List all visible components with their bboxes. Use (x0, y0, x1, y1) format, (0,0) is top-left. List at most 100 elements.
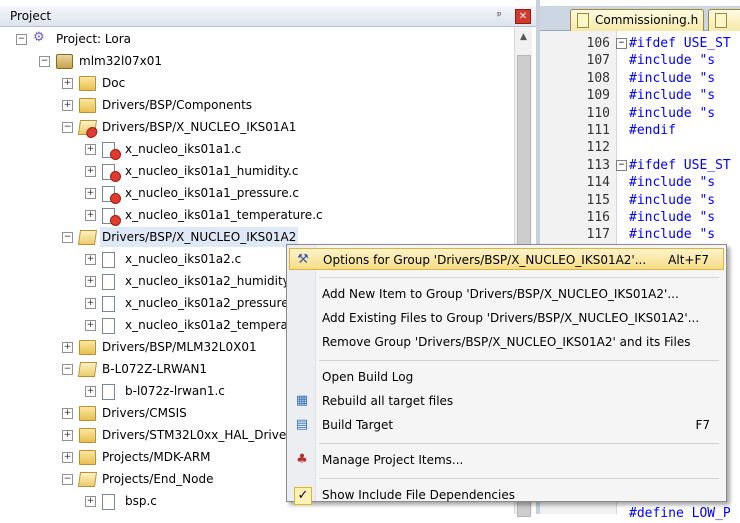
code-text: #include "s (629, 175, 716, 191)
expand-icon[interactable]: + (62, 100, 73, 111)
expand-icon[interactable]: + (85, 188, 96, 199)
tree-item-label: Drivers/BSP/MLM32L0X01 (102, 340, 257, 354)
header-file-icon (577, 13, 589, 28)
line-number: 109 (586, 88, 610, 104)
menu-item-rebuild-all-target-files[interactable]: ▦ Rebuild all target files (289, 390, 724, 412)
collapse-icon[interactable]: − (62, 232, 73, 243)
tree-item-label: x_nucleo_iks01a2.c (125, 252, 242, 266)
expand-icon[interactable]: + (85, 144, 96, 155)
expand-icon[interactable]: + (85, 386, 96, 397)
collapse-icon[interactable]: − (62, 364, 73, 375)
tree-row[interactable]: + Drivers/BSP/Components (0, 95, 514, 115)
menu-item-shortcut: Alt+F7 (668, 253, 709, 267)
expand-icon[interactable]: + (85, 320, 96, 331)
code-text: #include "s (629, 210, 716, 225)
menu-separator (319, 478, 719, 479)
tree-item-label: Drivers/BSP/X_NUCLEO_IKS01A2 (100, 227, 299, 247)
expand-icon[interactable]: + (85, 496, 96, 507)
file-excluded-icon (102, 164, 121, 182)
expand-icon[interactable]: + (62, 452, 73, 463)
menu-item-manage-project-items[interactable]: ♣ Manage Project Items... (289, 449, 724, 471)
line-number: 111 (586, 123, 610, 138)
file-icon (102, 318, 115, 334)
pin-icon[interactable]: ᵖ (497, 9, 502, 22)
tree-row[interactable]: + x_nucleo_iks01a1.c (0, 139, 514, 160)
menu-item-label: Add Existing Files to Group 'Drivers/BSP… (322, 311, 700, 325)
menu-item-add-new-item-to-group-drivers-bsp-x-nucl[interactable]: Add New Item to Group 'Drivers/BSP/X_NUC… (289, 283, 724, 305)
tree-row[interactable]: + x_nucleo_iks01a1_pressure.c (0, 183, 514, 204)
build-icon: ▤ (295, 417, 309, 432)
tree-item-label: Drivers/BSP/Components (102, 98, 253, 112)
tree-item-label: B-L072Z-LRWAN1 (102, 362, 208, 376)
line-number: 117 (586, 227, 610, 243)
code-text: #endif (629, 123, 676, 138)
tree-item-label: b-l072z-lrwan1.c (125, 384, 225, 398)
line-number: 116 (586, 210, 610, 225)
folder-icon (79, 428, 96, 443)
line-number: 108 (586, 70, 610, 86)
tab-second-file[interactable] (708, 9, 740, 31)
expand-icon[interactable]: + (85, 210, 96, 221)
context-menu: ⚒ Options for Group 'Drivers/BSP/X_NUCLEO… (286, 244, 727, 505)
editor-tab-bar: Commissioning.h (540, 6, 740, 31)
menu-item-open-build-log[interactable]: Open Build Log (289, 366, 724, 388)
excluded-marker-icon (110, 149, 121, 160)
menu-item-label: Rebuild all target files (322, 394, 454, 408)
scroll-up-arrow-icon[interactable]: ▲ (515, 30, 532, 44)
expand-icon[interactable]: + (85, 298, 96, 309)
tree-item-label: x_nucleo_iks01a1_temperature.c (125, 208, 323, 222)
folder-open-icon (77, 362, 98, 377)
tree-row[interactable]: + x_nucleo_iks01a1_temperature.c (0, 205, 514, 226)
expand-icon[interactable]: + (62, 78, 73, 89)
fold-collapse-icon[interactable]: − (616, 38, 627, 49)
folder-icon (79, 340, 96, 355)
excluded-marker-icon (85, 127, 99, 138)
excluded-marker-icon (110, 215, 121, 226)
folder-icon (79, 450, 96, 465)
line-number: 113 (586, 157, 610, 173)
tree-item-label: Projects/End_Node (102, 472, 214, 486)
expand-icon[interactable]: + (62, 430, 73, 441)
close-icon[interactable]: ✕ (515, 9, 531, 24)
fold-collapse-icon[interactable]: − (616, 159, 627, 171)
file-excluded-icon (102, 142, 121, 160)
expand-icon[interactable]: + (62, 342, 73, 353)
code-text: #include "s (629, 53, 716, 69)
tree-item-label: x_nucleo_iks01a1.c (125, 142, 242, 156)
file-icon (102, 384, 115, 400)
expand-icon[interactable]: + (85, 166, 96, 177)
collapse-icon[interactable]: − (16, 34, 27, 45)
tree-item-label: x_nucleo_iks01a2_pressure.c (125, 296, 300, 310)
menu-item-remove-group-drivers-bsp-x-nucleo-iks01a[interactable]: Remove Group 'Drivers/BSP/X_NUCLEO_IKS01… (289, 331, 724, 353)
tree-row[interactable]: + x_nucleo_iks01a1_humidity.c (0, 161, 514, 182)
line-number: 106 (586, 36, 610, 51)
expand-icon[interactable]: + (85, 254, 96, 265)
tree-item-label: Projects/MDK-ARM (102, 450, 211, 464)
collapse-icon[interactable]: − (62, 122, 73, 133)
tree-item-label: Drivers/BSP/X_NUCLEO_IKS01A1 (102, 120, 297, 134)
project-icon: ⚙ (33, 30, 45, 45)
expand-icon[interactable]: + (62, 408, 73, 419)
menu-item-options-for-group-drivers-bsp-x-nucleo-i[interactable]: ⚒ Options for Group 'Drivers/BSP/X_NUCLEO… (289, 248, 724, 270)
tree-row[interactable]: − ⚙ Project: Lora (0, 29, 514, 49)
tree-row[interactable]: − Drivers/BSP/X_NUCLEO_IKS01A1 (0, 117, 514, 138)
menu-item-label: Options for Group 'Drivers/BSP/X_NUCLEO_… (323, 253, 647, 267)
line-number: 114 (586, 175, 610, 191)
menu-item-label: Show Include File Dependencies (322, 488, 515, 502)
menu-item-label: Remove Group 'Drivers/BSP/X_NUCLEO_IKS01… (322, 335, 691, 349)
menu-item-label: Open Build Log (322, 370, 414, 384)
excluded-marker-icon (110, 171, 121, 182)
tree-row[interactable]: + Doc (0, 73, 514, 93)
collapse-icon[interactable]: − (62, 474, 73, 485)
tab-label: Commissioning.h (595, 13, 699, 27)
expand-icon[interactable]: + (85, 276, 96, 287)
file-icon (102, 252, 115, 268)
collapse-icon[interactable]: − (39, 56, 50, 67)
target-icon (56, 54, 73, 69)
menu-item-show-include-file-dependencies[interactable]: ✓ Show Include File Dependencies (289, 484, 724, 506)
rebuild-icon: ▦ (295, 393, 309, 408)
menu-item-build-target[interactable]: ▤ Build Target F7 (289, 414, 724, 436)
menu-item-add-existing-files-to-group-drivers-bsp-[interactable]: Add Existing Files to Group 'Drivers/BSP… (289, 307, 724, 329)
tree-row[interactable]: − mlm32l07x01 (0, 51, 514, 71)
tab-commissioning-h[interactable]: Commissioning.h (570, 9, 704, 31)
